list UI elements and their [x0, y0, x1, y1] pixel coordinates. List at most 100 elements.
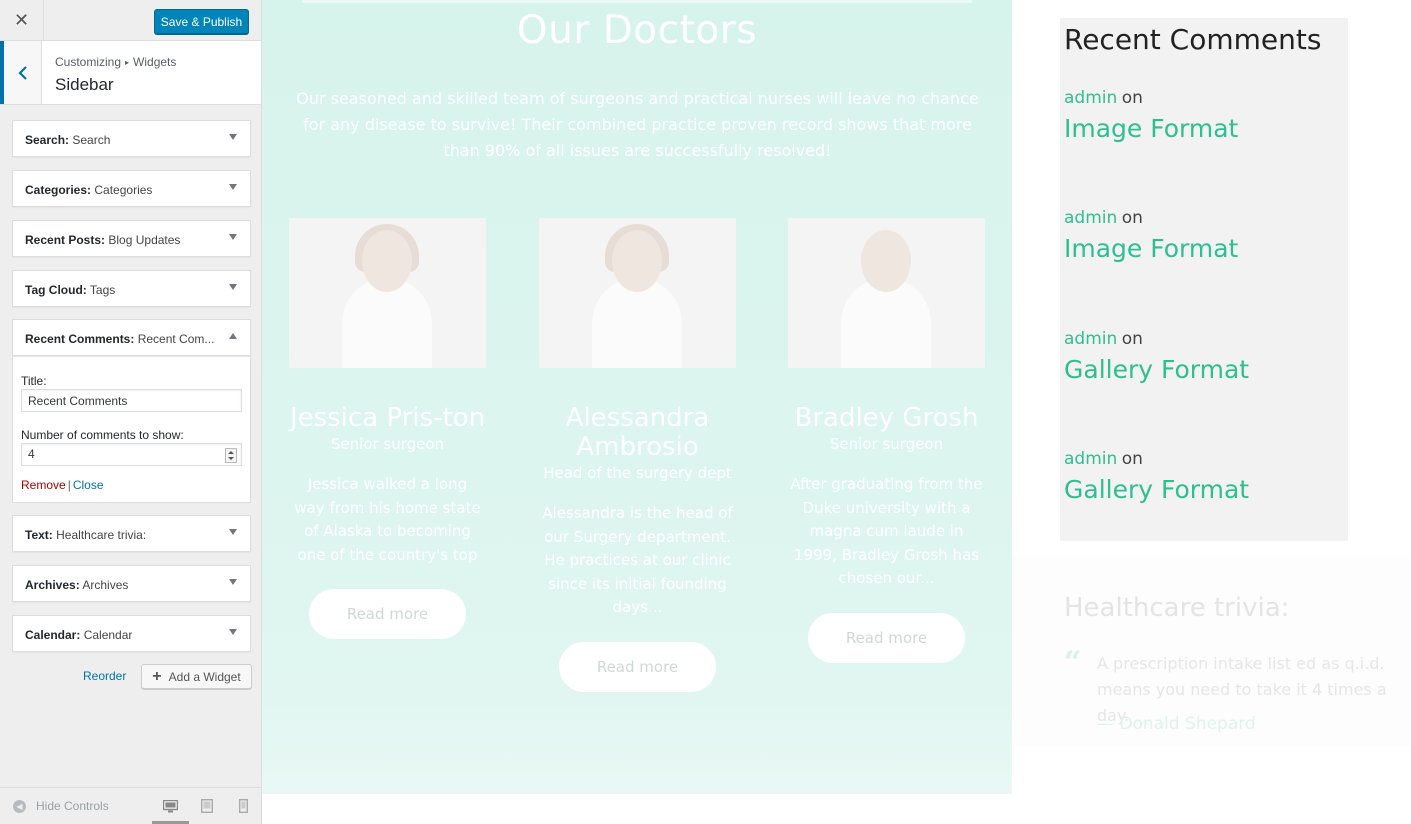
doctor-card: Alessandra Ambrosio Head of the surgery …	[539, 218, 736, 692]
comment-item: admin on Gallery Format	[1064, 329, 1249, 384]
doctor-role: Head of the surgery dept	[543, 464, 732, 482]
panel-header: ✕ Save & Publish	[0, 0, 261, 41]
doctor-photo	[788, 218, 985, 368]
comment-count-value: 4	[28, 447, 35, 461]
title-field-label: Title:	[21, 374, 47, 388]
comment-on-label: on	[1121, 208, 1143, 228]
widget-instance-title: Blog Updates	[108, 233, 181, 247]
customizer-panel: ✕ Save & Publish Customizing ▸ Widgets Sid…	[0, 0, 262, 824]
expand-arrow-icon[interactable]	[229, 234, 237, 240]
comment-author-link[interactable]: admin	[1064, 329, 1117, 349]
widget-search[interactable]: Search: Search	[12, 120, 251, 157]
read-more-button[interactable]: Read more	[559, 641, 716, 692]
widget-actions: Remove | Close	[21, 478, 104, 492]
stepper-arrows-icon[interactable]	[225, 448, 237, 463]
doctors-section: Our Doctors Our seasoned and skilled tea…	[262, 0, 1012, 794]
comment-post-link[interactable]: Gallery Format	[1064, 355, 1249, 384]
reorder-link[interactable]: Reorder	[83, 669, 126, 683]
expand-arrow-icon[interactable]	[229, 629, 237, 635]
top-divider	[302, 0, 972, 3]
widget-categories[interactable]: Categories: Categories	[12, 170, 251, 207]
doctor-bio: Alessandra is the head of our Surgery de…	[542, 504, 733, 616]
comment-on-label: on	[1121, 449, 1143, 469]
widget-type: Archives	[25, 578, 76, 592]
panel-footer: ◀ Hide Controls	[0, 787, 261, 824]
breadcrumb-current: Widgets	[133, 55, 177, 69]
doctor-name: Bradley Grosh	[794, 403, 979, 433]
widget-recent-posts[interactable]: Recent Posts: Blog Updates	[12, 220, 251, 257]
widget-instance-title: Archives	[82, 578, 129, 592]
comment-item: admin on Image Format	[1064, 208, 1238, 263]
widget-type: Search	[25, 133, 66, 147]
chevron-left-icon	[17, 65, 27, 80]
comment-author-link[interactable]: admin	[1064, 449, 1117, 469]
hide-controls-label: Hide Controls	[36, 799, 109, 813]
comment-item: admin on Image Format	[1064, 88, 1238, 143]
count-field-label: Number of comments to show:	[21, 428, 184, 442]
expand-arrow-icon[interactable]	[229, 134, 237, 140]
doctor-photo	[539, 218, 736, 368]
recent-comments-widget: Recent Comments admin on Image Format ad…	[1060, 18, 1348, 541]
read-more-button[interactable]: Read more	[808, 612, 965, 663]
comment-author-link[interactable]: admin	[1064, 208, 1117, 228]
collapse-icon: ◀	[13, 799, 26, 813]
doctor-name: Alessandra Ambrosio	[565, 403, 710, 462]
widget-type: Recent Comments	[25, 332, 131, 346]
close-widget-link[interactable]: Close	[73, 478, 104, 492]
comment-count-stepper[interactable]: 4	[21, 443, 242, 466]
comment-on-label: on	[1121, 88, 1143, 108]
mobile-preview-icon[interactable]	[233, 797, 253, 815]
doctor-name: Jessica Pris-ton	[289, 403, 486, 433]
doctor-card: Jessica Pris-ton Senior surgeon Jessica …	[289, 218, 486, 639]
widget-type: Tag Cloud	[25, 283, 83, 297]
read-more-button[interactable]: Read more	[309, 589, 466, 639]
widget-instance-title: Recent Com...	[137, 332, 215, 346]
desktop-preview-icon[interactable]	[160, 797, 180, 815]
widget-type: Categories	[25, 183, 88, 197]
comment-on-label: on	[1121, 329, 1143, 349]
breadcrumb: Customizing ▸ Widgets	[55, 55, 176, 69]
close-customizer-button[interactable]: ✕	[0, 0, 44, 41]
section-title: Sidebar	[55, 75, 114, 94]
widget-instance-title: Tags	[89, 283, 116, 297]
close-icon: ✕	[13, 10, 30, 30]
back-button[interactable]	[0, 41, 42, 104]
widget-instance-title: Search	[72, 133, 111, 147]
comment-post-link[interactable]: Image Format	[1064, 114, 1238, 143]
add-widget-button[interactable]: + Add a Widget	[141, 664, 252, 689]
tablet-preview-icon[interactable]	[197, 797, 217, 815]
actions-separator: |	[67, 478, 71, 492]
hide-controls-button[interactable]: ◀ Hide Controls	[13, 799, 109, 813]
expand-arrow-icon[interactable]	[229, 579, 237, 585]
section-intro: Our seasoned and skilled team of surgeon…	[296, 89, 979, 160]
widget-type: Text	[25, 528, 49, 542]
expand-arrow-icon[interactable]	[229, 529, 237, 535]
collapse-arrow-icon[interactable]	[229, 333, 237, 339]
comment-post-link[interactable]: Image Format	[1064, 234, 1238, 263]
breadcrumb-separator-icon: ▸	[125, 58, 130, 67]
widget-tag-cloud[interactable]: Tag Cloud: Tags	[12, 270, 251, 307]
comment-author-link[interactable]: admin	[1064, 88, 1117, 108]
widget-recent-comments[interactable]: Recent Comments: Recent Com...	[12, 319, 251, 356]
title-field[interactable]	[21, 389, 242, 412]
quote-icon: “	[1064, 645, 1082, 680]
widget-type: Recent Posts	[25, 233, 102, 247]
widget-instance-title: Categories	[94, 183, 153, 197]
widget-form: Title: Number of comments to show: 4 Rem…	[12, 356, 251, 503]
section-heading: Our Doctors	[516, 8, 758, 53]
comment-post-link[interactable]: Gallery Format	[1064, 475, 1249, 504]
expand-arrow-icon[interactable]	[229, 284, 237, 290]
widget-heading: Healthcare trivia:	[1064, 593, 1290, 623]
widget-instance-title: Calendar	[83, 628, 133, 642]
widget-calendar[interactable]: Calendar: Calendar	[12, 615, 251, 652]
expand-arrow-icon[interactable]	[229, 184, 237, 190]
site-preview: Our Doctors Our seasoned and skilled tea…	[262, 0, 1411, 824]
quote-author: — Donald Shepard	[1097, 714, 1256, 734]
add-widget-label: Add a Widget	[168, 669, 241, 684]
remove-widget-link[interactable]: Remove	[21, 478, 66, 492]
save-publish-button[interactable]: Save & Publish	[154, 9, 249, 34]
doctor-photo	[289, 218, 486, 368]
widget-archives[interactable]: Archives: Archives	[12, 565, 251, 602]
widget-text[interactable]: Text: Healthcare trivia:	[12, 515, 251, 552]
doctor-bio: After graduating from the Duke universit…	[790, 475, 983, 587]
